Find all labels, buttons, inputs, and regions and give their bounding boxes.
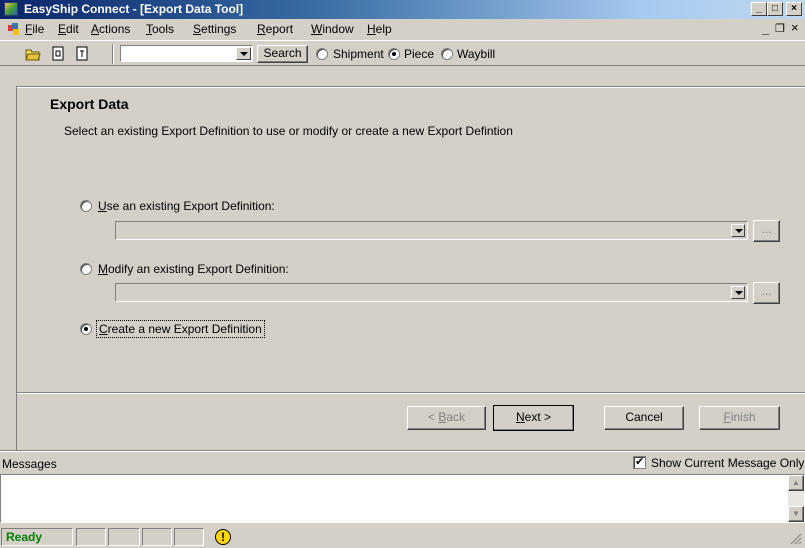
modify-existing-dropdown[interactable] [115, 283, 748, 302]
finish-button[interactable]: Finish [699, 406, 780, 430]
mdi-close-button[interactable]: × [791, 20, 799, 35]
minimize-button[interactable]: _ [751, 2, 767, 16]
chevron-down-icon[interactable] [731, 224, 745, 237]
piece-radio[interactable] [388, 48, 400, 60]
warning-icon[interactable]: ! [215, 529, 231, 545]
chevron-down-icon[interactable] [731, 286, 745, 299]
page-title: Export Data [50, 96, 129, 112]
use-existing-radio[interactable] [80, 200, 92, 212]
instruction-text: Select an existing Export Definition to … [64, 124, 513, 138]
create-new-radio[interactable] [80, 323, 92, 335]
status-panel [76, 528, 106, 546]
status-panel [174, 528, 204, 546]
status-ready: Ready [1, 528, 73, 546]
waybill-label: Waybill [457, 47, 496, 61]
menu-window[interactable]: Window [311, 22, 354, 36]
menu-settings[interactable]: Settings [193, 22, 236, 36]
maximize-button[interactable]: □ [767, 2, 783, 16]
next-button[interactable]: Next > [493, 405, 574, 431]
app-icon [4, 2, 18, 16]
menu-actions[interactable]: Actions [91, 22, 130, 36]
modify-existing-label[interactable]: Modify an existing Export Definition: [98, 262, 289, 276]
modify-existing-browse-button[interactable]: ... [753, 282, 780, 304]
show-current-message-label: Show Current Message Only [651, 456, 805, 470]
use-existing-label[interactable]: Use an existing Export Definition: [98, 199, 275, 213]
modify-existing-radio[interactable] [80, 263, 92, 275]
document-window-icon [8, 23, 19, 35]
create-new-label[interactable]: Create a new Export Definition [96, 320, 265, 338]
use-existing-browse-button[interactable]: ... [753, 220, 780, 242]
show-current-message-checkbox[interactable] [633, 455, 646, 469]
piece-label: Piece [404, 47, 435, 61]
search-button[interactable]: Search [257, 45, 308, 63]
scroll-up-icon[interactable]: ▲ [788, 475, 804, 491]
shipment-radio[interactable] [316, 48, 328, 60]
open-folder-icon[interactable] [25, 46, 41, 61]
scroll-down-icon[interactable]: ▼ [788, 506, 804, 522]
menu-edit[interactable]: Edit [58, 22, 79, 36]
status-panel [142, 528, 172, 546]
shipment-label: Shipment [333, 47, 384, 61]
button-bar-divider [17, 392, 805, 394]
menu-file[interactable]: File [25, 22, 44, 36]
back-button[interactable]: < Back [407, 406, 486, 430]
messages-label: Messages [2, 457, 57, 471]
document-icon[interactable] [50, 46, 66, 61]
menu-report[interactable]: Report [257, 22, 293, 36]
copy-document-icon[interactable] [74, 46, 90, 61]
mdi-minimize-button[interactable]: _ [762, 21, 769, 36]
messages-list[interactable]: ▲ ▼ [0, 474, 805, 523]
cancel-button[interactable]: Cancel [604, 406, 684, 430]
menu-help[interactable]: Help [367, 22, 392, 36]
status-panel [108, 528, 140, 546]
chevron-down-icon[interactable] [236, 47, 251, 60]
window-title: EasyShip Connect - [Export Data Tool] [24, 2, 244, 16]
messages-divider [0, 450, 805, 452]
resize-grip-icon[interactable] [789, 532, 802, 545]
waybill-radio[interactable] [441, 48, 453, 60]
mdi-restore-button[interactable]: ❐ [775, 22, 785, 35]
use-existing-dropdown[interactable] [115, 221, 748, 240]
search-input[interactable] [120, 45, 253, 62]
close-button[interactable]: × [786, 2, 802, 16]
messages-scrollbar[interactable]: ▲ ▼ [788, 475, 804, 522]
toolbar-separator [112, 44, 114, 64]
menu-tools[interactable]: Tools [146, 22, 174, 36]
